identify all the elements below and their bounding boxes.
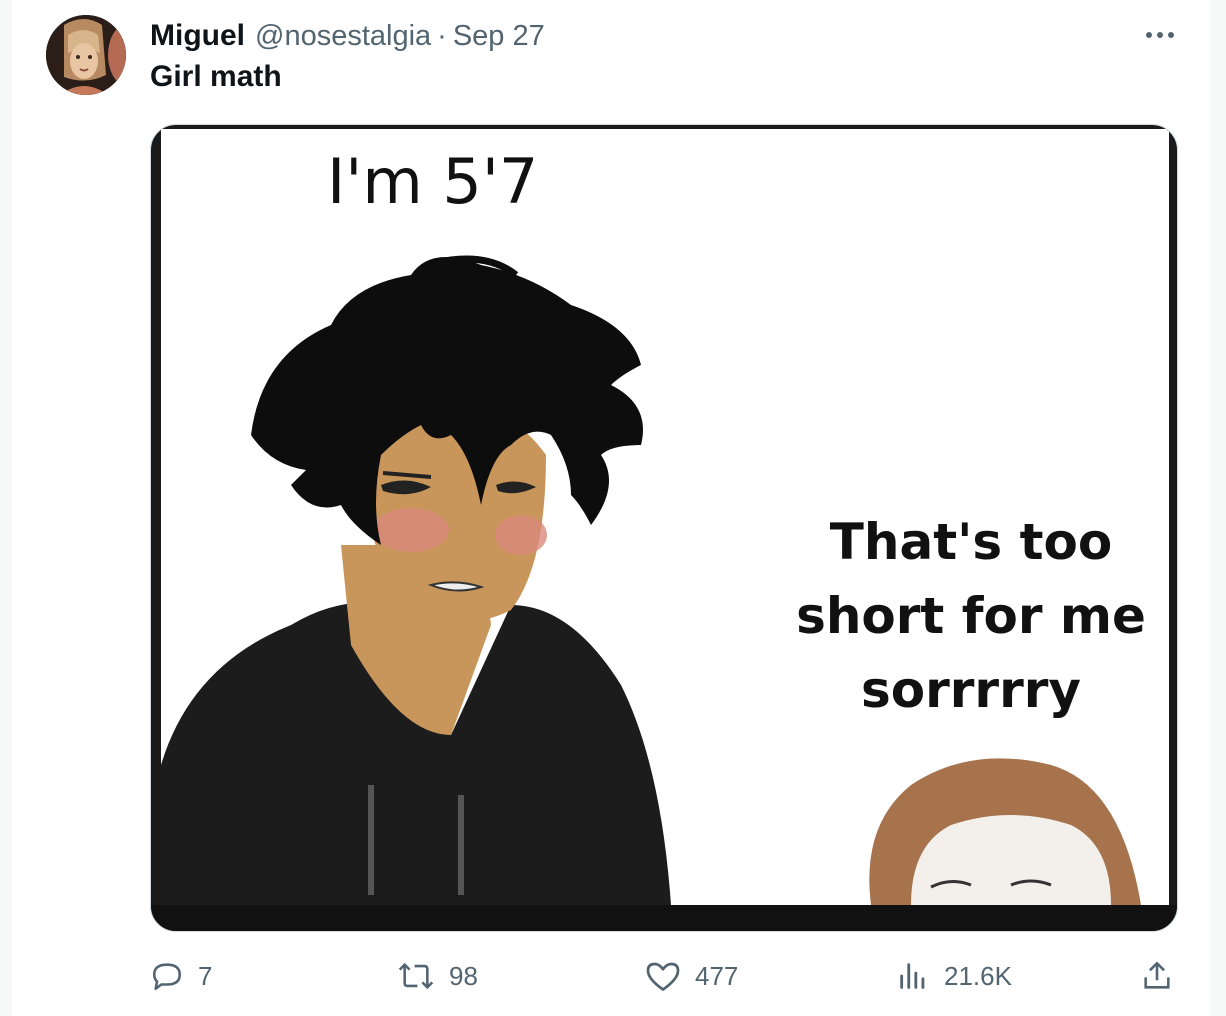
- retweet-icon: [398, 962, 434, 990]
- tweet-media[interactable]: I'm 5'7 That's too short for me sorrrrry: [150, 124, 1178, 932]
- views-icon: [900, 963, 925, 989]
- reply-icon: [152, 963, 182, 991]
- like-count: 477: [695, 960, 739, 991]
- share-icon: [1144, 961, 1170, 989]
- more-button[interactable]: [1140, 18, 1180, 52]
- author-name[interactable]: Miguel: [150, 19, 245, 53]
- avatar[interactable]: [46, 15, 126, 95]
- view-count: 21.6K: [944, 960, 1012, 991]
- meme-reply-line-3: sorrrrry: [861, 661, 1081, 719]
- meme-reply-text: That's too short for me sorrrrry: [751, 505, 1177, 727]
- meme-reply-line-2: short for me: [796, 587, 1146, 645]
- reply-button[interactable]: 7: [150, 952, 212, 1000]
- like-icon: [646, 962, 680, 991]
- action-bar: 7 98 477 21.6K: [12, 952, 1226, 1000]
- tweet-card[interactable]: Miguel @nosestalgia · Sep 27 Girl math I…: [12, 0, 1210, 1016]
- meme-top-text: I'm 5'7: [327, 145, 539, 218]
- more-icon: [1146, 32, 1174, 38]
- tweet-date[interactable]: Sep 27: [453, 20, 545, 53]
- tweet-header: Miguel @nosestalgia · Sep 27: [150, 16, 545, 56]
- like-button[interactable]: 477: [645, 952, 738, 1000]
- share-button[interactable]: [1140, 952, 1174, 1000]
- reply-count: 7: [198, 960, 213, 991]
- separator-dot: ·: [437, 19, 447, 52]
- retweet-button[interactable]: 98: [397, 952, 478, 1000]
- retweet-count: 98: [449, 960, 478, 991]
- meme-reply-line-1: That's too: [829, 513, 1113, 571]
- avatar-image: [46, 15, 126, 95]
- tweet-text: Girl math: [150, 60, 282, 93]
- views-button[interactable]: 21.6K: [896, 952, 1012, 1000]
- author-handle[interactable]: @nosestalgia: [255, 20, 431, 53]
